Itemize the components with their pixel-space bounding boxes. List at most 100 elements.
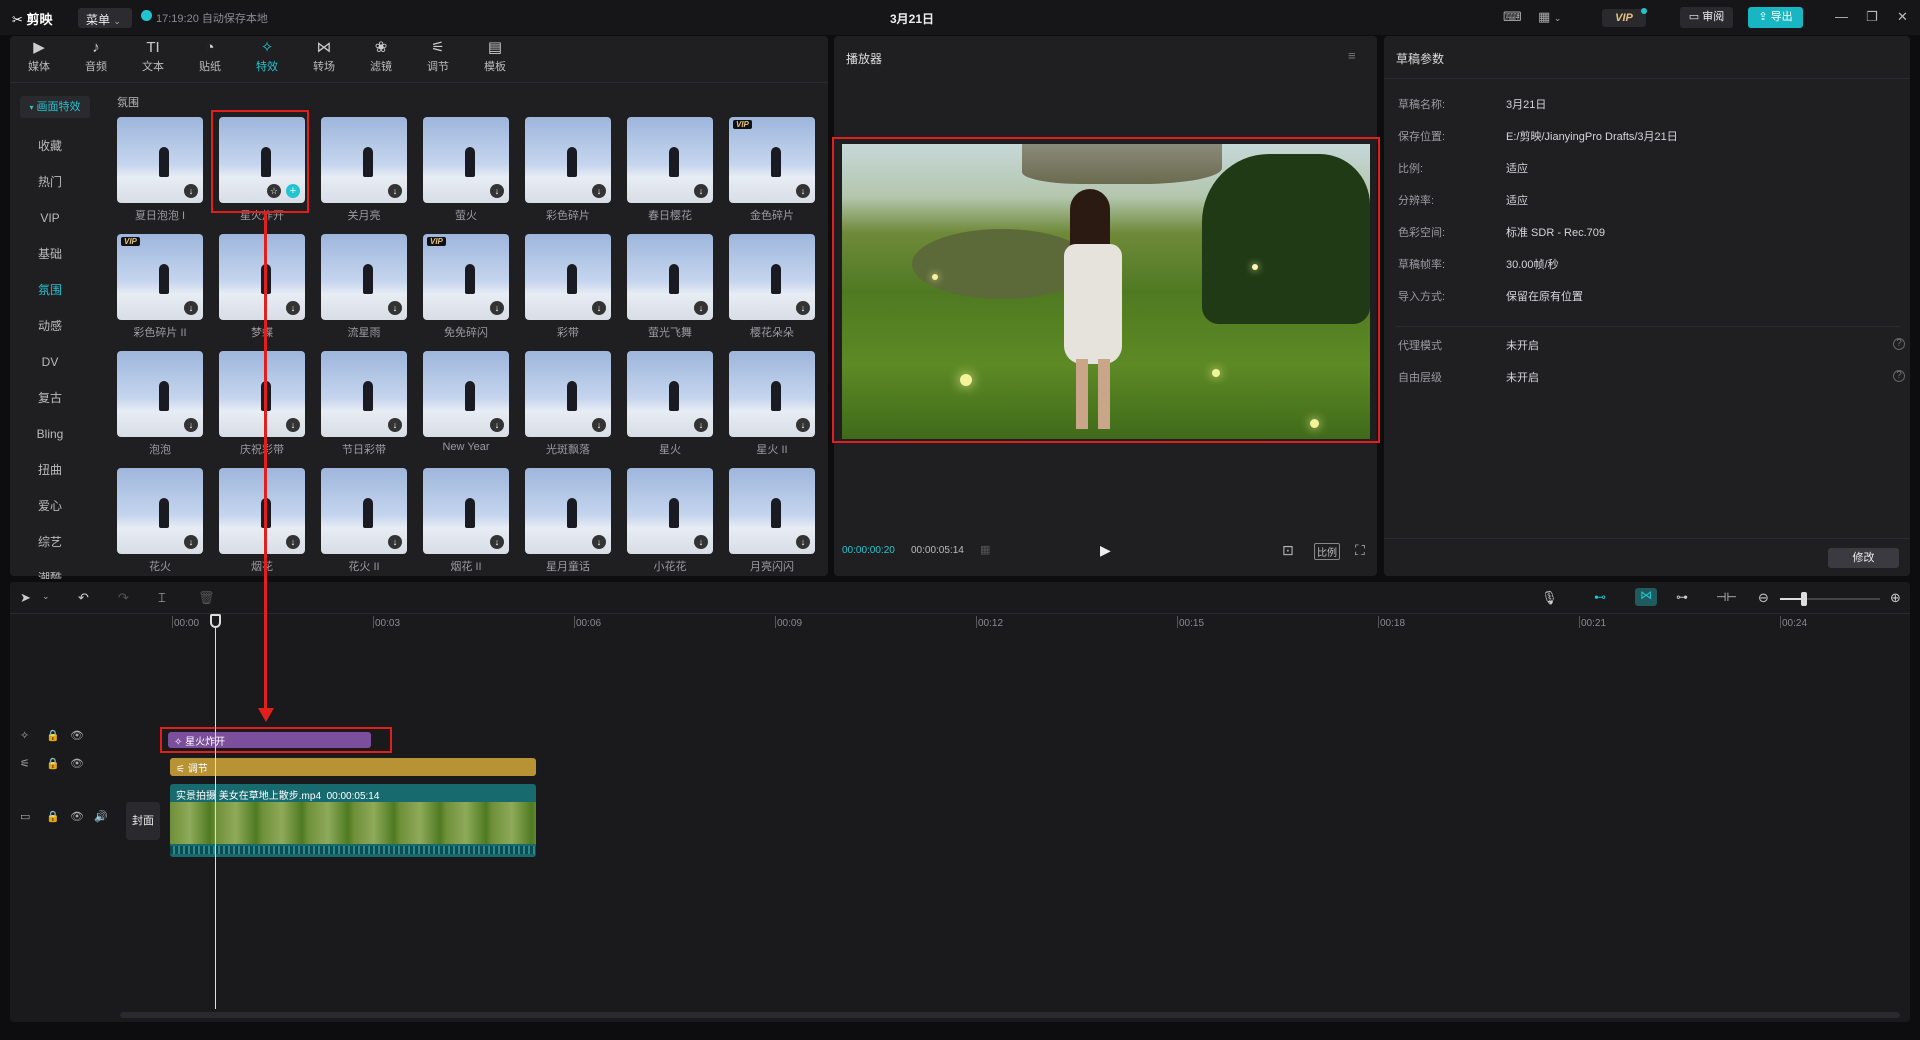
- layout-icon[interactable]: ▦ ⌄: [1538, 9, 1561, 25]
- effect-thumbnail[interactable]: ↓: [525, 234, 611, 320]
- minimize-icon[interactable]: —: [1835, 9, 1848, 24]
- playhead[interactable]: [215, 617, 216, 1009]
- tab-template[interactable]: ▤ 模板: [470, 38, 520, 78]
- lock-icon[interactable]: 🔒: [46, 810, 60, 823]
- playhead-handle[interactable]: [210, 614, 221, 628]
- download-icon[interactable]: ↓: [286, 301, 300, 315]
- effect-thumbnail[interactable]: ↓: [525, 468, 611, 554]
- download-icon[interactable]: ↓: [694, 535, 708, 549]
- effect-thumbnail[interactable]: ↓: [321, 351, 407, 437]
- vip-badge[interactable]: VIP: [1602, 9, 1646, 27]
- sidebar-item[interactable]: 扭曲: [22, 459, 78, 481]
- download-icon[interactable]: ↓: [694, 301, 708, 315]
- tab-sticker[interactable]: ◔ 贴纸: [185, 38, 235, 78]
- download-icon[interactable]: ↓: [694, 418, 708, 432]
- sidebar-item[interactable]: 爱心: [22, 495, 78, 517]
- effect-thumbnail[interactable]: ↓: [219, 351, 305, 437]
- tab-filter[interactable]: ❀ 滤镜: [356, 38, 406, 78]
- eye-icon[interactable]: 👁: [70, 729, 84, 742]
- download-icon[interactable]: ↓: [184, 535, 198, 549]
- download-icon[interactable]: ↓: [490, 535, 504, 549]
- zoom-in-icon[interactable]: ⊕: [1890, 590, 1901, 606]
- effect-thumbnail[interactable]: VIP ↓: [117, 234, 203, 320]
- zoom-slider-handle[interactable]: [1801, 592, 1807, 606]
- lock-icon[interactable]: 🔒: [46, 757, 60, 770]
- effect-thumbnail[interactable]: ↓: [117, 351, 203, 437]
- microphone-icon[interactable]: 🎙: [1541, 590, 1558, 606]
- sidebar-item[interactable]: DV: [22, 351, 78, 373]
- adjust-clip[interactable]: ⚟ 调节: [170, 758, 536, 776]
- sidebar-item[interactable]: 复古: [22, 387, 78, 409]
- download-icon[interactable]: ↓: [592, 535, 606, 549]
- effect-thumbnail[interactable]: ↓: [525, 117, 611, 203]
- sidebar-item[interactable]: 动感: [22, 315, 78, 337]
- effect-thumbnail[interactable]: ↓: [729, 234, 815, 320]
- effect-thumbnail[interactable]: ↓: [219, 468, 305, 554]
- effect-thumbnail[interactable]: ↓: [423, 468, 509, 554]
- select-cursor-icon[interactable]: ➤: [20, 590, 31, 606]
- help-icon[interactable]: ?: [1893, 338, 1905, 350]
- effect-thumbnail[interactable]: ↓: [627, 351, 713, 437]
- effect-thumbnail[interactable]: VIP ↓: [729, 117, 815, 203]
- eye-icon[interactable]: 👁: [70, 810, 84, 823]
- sidebar-item[interactable]: 基础: [22, 243, 78, 265]
- effect-thumbnail[interactable]: ↓: [117, 468, 203, 554]
- chevron-down-icon[interactable]: ⌄: [42, 591, 50, 602]
- tab-effects[interactable]: ✧ 特效: [242, 38, 292, 78]
- restore-icon[interactable]: ❐: [1866, 9, 1878, 25]
- effect-thumbnail[interactable]: ↓: [525, 351, 611, 437]
- delete-icon[interactable]: 🗑: [198, 590, 215, 606]
- download-icon[interactable]: ↓: [592, 184, 606, 198]
- download-icon[interactable]: ↓: [490, 418, 504, 432]
- tab-media[interactable]: ▶ 媒体: [14, 38, 64, 78]
- download-icon[interactable]: ↓: [490, 301, 504, 315]
- download-icon[interactable]: ↓: [796, 301, 810, 315]
- volume-icon[interactable]: 🔊: [94, 810, 108, 823]
- effect-thumbnail[interactable]: ↓: [627, 234, 713, 320]
- sidebar-item[interactable]: VIP: [22, 207, 78, 229]
- download-icon[interactable]: ↓: [184, 184, 198, 198]
- sidebar-item[interactable]: Bling: [22, 423, 78, 445]
- sidebar-item[interactable]: 氛围: [22, 279, 78, 301]
- zoom-out-icon[interactable]: ⊖: [1758, 590, 1769, 606]
- tab-text[interactable]: TI 文本: [128, 38, 178, 78]
- download-icon[interactable]: ↓: [694, 184, 708, 198]
- ratio-button[interactable]: 比例: [1314, 543, 1340, 560]
- sidebar-item[interactable]: 热门: [22, 171, 78, 193]
- download-icon[interactable]: ↓: [184, 301, 198, 315]
- redo-icon[interactable]: ↷: [118, 590, 129, 606]
- download-icon[interactable]: ↓: [388, 418, 402, 432]
- download-icon[interactable]: ↓: [286, 418, 300, 432]
- sidebar-item[interactable]: 收藏: [22, 135, 78, 157]
- help-icon[interactable]: ?: [1893, 370, 1905, 382]
- export-button[interactable]: ⇪ 导出: [1748, 7, 1803, 28]
- effect-thumbnail[interactable]: ↓: [627, 468, 713, 554]
- effect-thumbnail[interactable]: ↓: [729, 468, 815, 554]
- lock-icon[interactable]: 🔒: [46, 729, 60, 742]
- eye-icon[interactable]: 👁: [70, 757, 84, 770]
- screenshot-icon[interactable]: ⊡: [1282, 542, 1294, 559]
- effect-thumbnail[interactable]: ↓: [321, 468, 407, 554]
- download-icon[interactable]: ↓: [286, 535, 300, 549]
- download-icon[interactable]: ↓: [490, 184, 504, 198]
- download-icon[interactable]: ↓: [388, 301, 402, 315]
- fullscreen-icon[interactable]: ⛶: [1355, 542, 1365, 559]
- split-icon[interactable]: ⌶: [158, 590, 166, 606]
- menu-button[interactable]: 菜单 ⌄: [78, 8, 132, 28]
- link-icon[interactable]: ⊶: [1676, 590, 1688, 604]
- effect-thumbnail[interactable]: ↓: [321, 234, 407, 320]
- download-icon[interactable]: ↓: [388, 184, 402, 198]
- effect-thumbnail[interactable]: ↓: [729, 351, 815, 437]
- download-icon[interactable]: ↓: [184, 418, 198, 432]
- close-icon[interactable]: ✕: [1897, 9, 1908, 25]
- video-clip[interactable]: 实景拍摄 美女在草地上散步.mp4 00:00:05:14: [170, 784, 536, 857]
- cover-button[interactable]: 封面: [126, 802, 160, 840]
- download-icon[interactable]: ↓: [796, 535, 810, 549]
- tab-audio[interactable]: ♪ 音频: [71, 38, 121, 78]
- tab-adjust[interactable]: ⚟ 调节: [413, 38, 463, 78]
- timeline-scrollbar[interactable]: [120, 1012, 1900, 1018]
- player-menu-icon[interactable]: ≡: [1348, 48, 1356, 63]
- effect-thumbnail[interactable]: ↓: [117, 117, 203, 203]
- undo-icon[interactable]: ↶: [78, 590, 89, 606]
- effect-thumbnail[interactable]: ↓: [219, 234, 305, 320]
